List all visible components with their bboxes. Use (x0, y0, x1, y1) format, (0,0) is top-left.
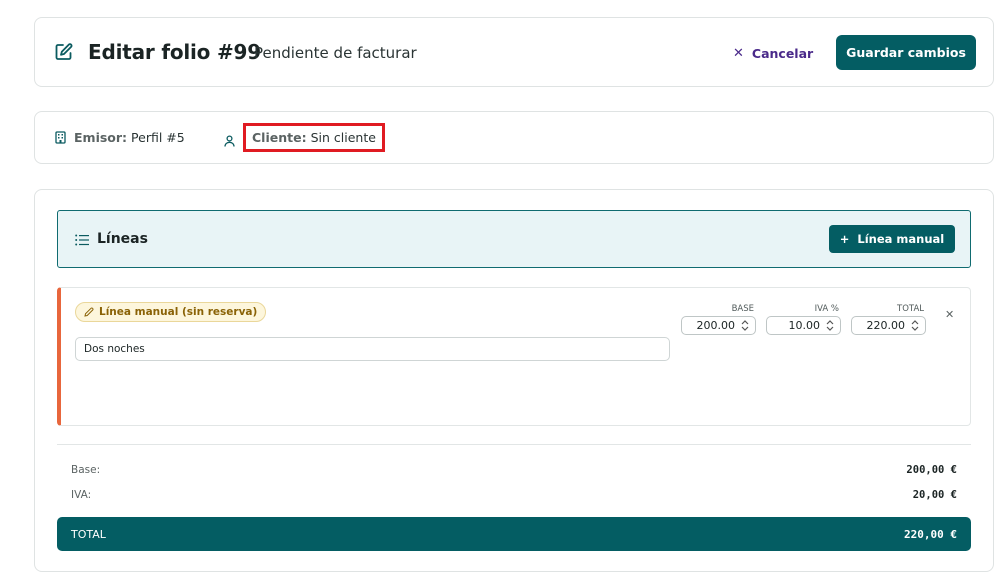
base-value: 200.00 (696, 319, 736, 332)
add-manual-line-button[interactable]: + Línea manual (829, 225, 955, 253)
summary-total-label: TOTAL (71, 527, 106, 541)
user-icon (224, 135, 235, 147)
close-icon: ✕ (733, 45, 744, 61)
iva-value: 10.00 (788, 319, 821, 332)
spinner-icon[interactable] (909, 318, 921, 333)
lines-header: Líneas + Línea manual (57, 210, 971, 268)
base-label: BASE (731, 304, 754, 314)
emisor-label: Emisor: (74, 130, 128, 145)
building-icon (55, 131, 66, 144)
summary-iva-value: 20,00 € (912, 489, 957, 501)
spinner-icon[interactable] (824, 318, 836, 333)
line-item: Línea manual (sin reserva) BASE 200.00 I… (57, 287, 971, 426)
total-value: 220.00 (866, 319, 906, 332)
lines-title: Líneas (97, 231, 148, 247)
summary-iva-row: IVA: 20,00 € (71, 489, 957, 501)
cancel-button[interactable]: ✕ Cancelar (733, 42, 813, 64)
folio-status: Pendiente de facturar (254, 44, 417, 62)
cliente-label: Cliente: (252, 130, 307, 145)
summary-iva-label: IVA: (71, 489, 92, 501)
save-changes-button[interactable]: Guardar cambios (836, 35, 976, 70)
summary-total-bar: TOTAL 220,00 € (57, 517, 971, 551)
total-field: TOTAL 220.00 (851, 304, 926, 335)
iva-label: IVA % (814, 304, 839, 314)
folio-header: Editar folio #99 Pendiente de facturar ✕… (34, 17, 994, 87)
cliente-highlight[interactable]: Cliente: Sin cliente (243, 123, 385, 152)
summary-total-value: 220,00 € (904, 527, 957, 541)
list-icon (75, 234, 89, 246)
total-label: TOTAL (897, 304, 924, 314)
page-title: Editar folio #99 (88, 40, 261, 64)
manual-line-badge: Línea manual (sin reserva) (75, 302, 267, 322)
iva-field: IVA % 10.00 (766, 304, 841, 335)
base-field: BASE 200.00 (681, 304, 756, 335)
remove-line-button[interactable]: ✕ (945, 308, 954, 321)
line-description-input[interactable] (75, 337, 670, 361)
divider (57, 444, 971, 445)
base-input[interactable]: 200.00 (681, 316, 756, 335)
lines-section: Líneas + Línea manual Línea manual (sin … (34, 189, 994, 572)
cancel-label: Cancelar (751, 45, 814, 61)
iva-input[interactable]: 10.00 (766, 316, 841, 335)
spinner-icon[interactable] (739, 318, 751, 333)
add-line-label: Línea manual (857, 232, 945, 246)
badge-label: Línea manual (sin reserva) (99, 306, 258, 318)
summary-base-label: Base: (71, 464, 101, 476)
edit-icon (55, 43, 73, 60)
emisor-value: Perfil #5 (131, 130, 185, 145)
emisor-info: Emisor: Perfil #5 (55, 130, 185, 145)
cliente-info[interactable]: Cliente: Sin cliente (224, 123, 385, 152)
summary-base-value: 200,00 € (906, 464, 957, 476)
total-input[interactable]: 220.00 (851, 316, 926, 335)
folio-info-bar: Emisor: Perfil #5 Cliente: Sin cliente (34, 111, 994, 164)
summary-base-row: Base: 200,00 € (71, 464, 957, 476)
plus-icon: + (839, 232, 850, 246)
cliente-value: Sin cliente (310, 130, 376, 145)
pencil-icon (84, 307, 94, 317)
